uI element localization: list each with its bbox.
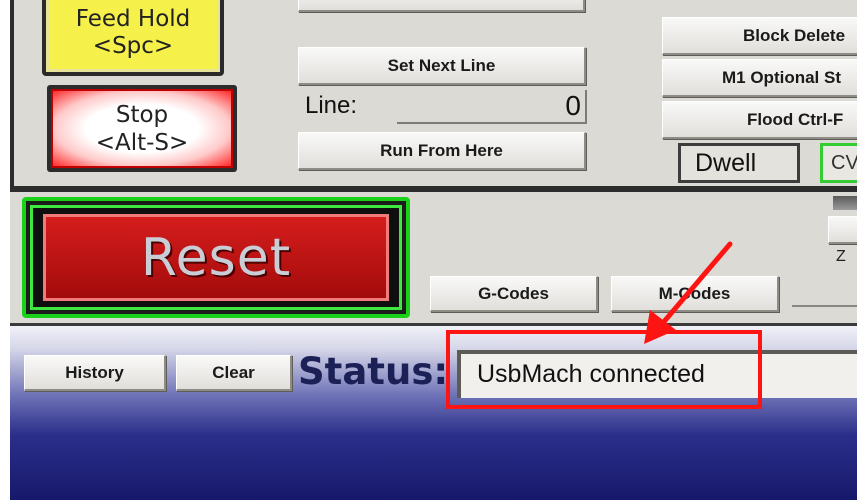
g-codes-button[interactable]: G-Codes <box>430 276 598 312</box>
line-label: Line: <box>305 92 358 119</box>
line-number-field[interactable]: 0 <box>397 90 587 124</box>
cv-indicator: CV I <box>820 143 857 183</box>
dwell-indicator: Dwell <box>678 143 800 183</box>
flood-button[interactable]: Flood Ctrl-F <box>662 101 857 139</box>
m1-optional-stop-label: M1 Optional St <box>722 67 841 87</box>
block-delete-label: Block Delete <box>743 25 846 45</box>
set-next-line-button[interactable]: Set Next Line <box>298 47 586 85</box>
annotation-arrow <box>644 241 733 344</box>
run-from-here-button[interactable]: Run From Here <box>298 132 586 170</box>
feed-hold-shortcut: <Spc> <box>92 33 174 59</box>
stop-shortcut: <Alt-S> <box>95 129 189 156</box>
stop-label: Stop <box>115 101 169 128</box>
reset-frame-inner: Reset <box>30 205 402 310</box>
status-message-field: UsbMach connected <box>457 350 857 398</box>
flood-label: Flood Ctrl-F <box>747 109 844 129</box>
left-edge-bar <box>10 0 14 192</box>
stop-button[interactable]: Stop <Alt-S> <box>47 85 237 172</box>
status-label: Status: <box>298 350 449 393</box>
feed-hold-button[interactable]: Feed Hold <Spc> <box>42 0 224 76</box>
clear-button[interactable]: Clear <box>176 355 292 391</box>
top-partial-button[interactable] <box>298 0 585 12</box>
block-delete-button[interactable]: Block Delete <box>662 17 857 55</box>
stop-button-face: Stop <Alt-S> <box>51 89 233 168</box>
z-axis-label: Z <box>836 248 846 265</box>
reset-frame: Reset <box>22 197 410 318</box>
reset-button[interactable]: Reset <box>43 214 389 301</box>
slider-track-fragment <box>833 196 857 210</box>
m1-optional-stop-button[interactable]: M1 Optional St <box>662 59 857 97</box>
history-button[interactable]: History <box>24 355 166 391</box>
mach3-screen: Feed Hold <Spc> Stop <Alt-S> Set Next Li… <box>10 0 857 500</box>
panel-divider <box>10 186 857 192</box>
z-axis-button[interactable] <box>828 216 857 244</box>
feed-hold-label: Feed Hold <box>75 6 191 32</box>
lower-divider-line <box>792 305 857 307</box>
